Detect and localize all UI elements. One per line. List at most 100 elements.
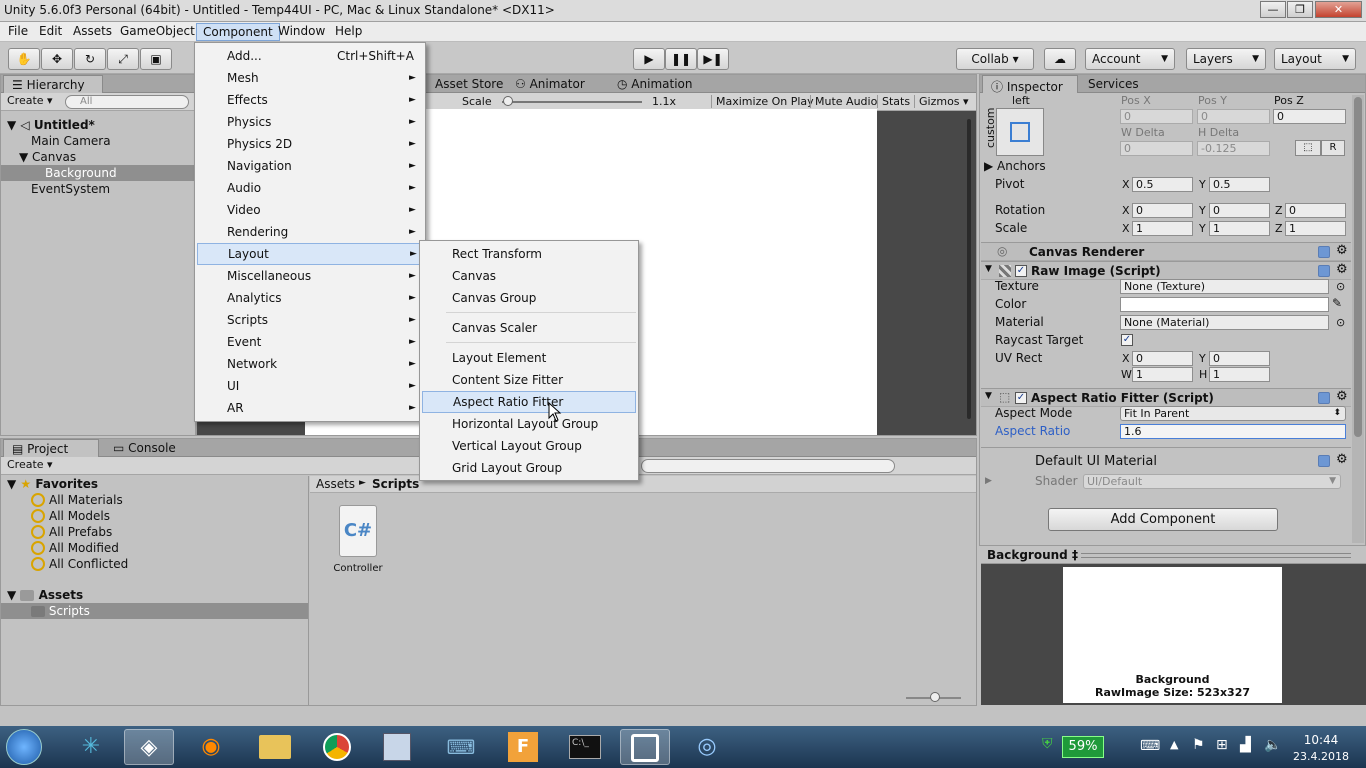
clock-date[interactable]: 23.4.2018 (1290, 750, 1352, 763)
collab-button[interactable]: Collab ▾ (956, 48, 1034, 70)
assets-header[interactable]: ▼ Assets (7, 587, 83, 603)
pos-z-field[interactable]: 0 (1273, 109, 1346, 124)
help-icon[interactable] (1318, 392, 1330, 404)
account-dropdown[interactable]: Account ▼ (1085, 48, 1175, 70)
uv-w-field[interactable]: 1 (1132, 367, 1193, 382)
uv-h-field[interactable]: 1 (1209, 367, 1270, 382)
icon-size-slider-thumb[interactable] (930, 692, 940, 702)
menu-item-ar[interactable]: AR ► (197, 397, 423, 419)
raw-image-header[interactable]: ▼ ✓ Raw Image (Script) ⚙ (981, 261, 1351, 280)
hierarchy-item-main-camera[interactable]: Main Camera (31, 133, 111, 149)
gear-icon[interactable]: ⚙ (1336, 452, 1348, 467)
favorite-item[interactable]: All Prefabs (31, 524, 112, 540)
tab-inspector[interactable]: ⓘ Inspector (982, 75, 1078, 94)
hierarchy-search-input[interactable]: All (65, 95, 189, 109)
flag-icon[interactable]: ⚑ (1192, 737, 1205, 753)
shield-icon[interactable]: ⛨ (1042, 736, 1053, 752)
tab-project[interactable]: ▤ Project (3, 439, 99, 457)
favorite-item[interactable]: All Conflicted (31, 556, 128, 572)
taskbar-app-icon[interactable] (620, 729, 670, 765)
object-picker-icon[interactable]: ⊙ (1336, 279, 1345, 294)
foldout-arrow-icon[interactable]: ▼ (985, 391, 992, 401)
menu-item-canvas-scaler[interactable]: Canvas Scaler (422, 317, 636, 339)
stats-toggle[interactable]: Stats (877, 95, 910, 108)
scene-root[interactable]: ▼ ◁ Untitled* (7, 117, 95, 133)
shader-dropdown[interactable]: UI/Default ▼ (1083, 474, 1341, 489)
menu-item-scripts[interactable]: Scripts ► (197, 309, 423, 331)
menu-item-layout[interactable]: Layout ► (197, 243, 423, 265)
menu-gameobject[interactable]: GameObject (114, 23, 201, 41)
aspect-ratio-field[interactable]: 1.6 (1120, 424, 1346, 439)
assets-item-scripts[interactable]: Scripts (1, 603, 308, 619)
network-icon[interactable]: ⊞ (1216, 737, 1228, 753)
menu-item-network[interactable]: Network ► (197, 353, 423, 375)
help-icon[interactable] (1318, 246, 1330, 258)
aspect-ratio-fitter-header[interactable]: ▼ ⬚ ✓ Aspect Ratio Fitter (Script) ⚙ (981, 388, 1351, 407)
favorite-item[interactable]: All Modified (31, 540, 119, 556)
menu-item-mesh[interactable]: Mesh ► (197, 67, 423, 89)
blender-taskbar-icon[interactable]: ◉ (186, 729, 236, 765)
battery-indicator[interactable]: 59% (1062, 736, 1104, 758)
menu-edit[interactable]: Edit (33, 23, 68, 41)
menu-item-event[interactable]: Event ► (197, 331, 423, 353)
uv-y-field[interactable]: 0 (1209, 351, 1270, 366)
hierarchy-create-button[interactable]: Create ▾ (7, 94, 53, 107)
taskbar-app-icon[interactable]: ✳ (66, 729, 116, 765)
preview-drag-handle[interactable] (1081, 553, 1351, 558)
menu-item-video[interactable]: Video ► (197, 199, 423, 221)
signal-icon[interactable]: ▟ (1240, 737, 1251, 753)
taskbar-app-icon[interactable]: F (498, 729, 548, 765)
gear-icon[interactable]: ⚙ (1336, 243, 1348, 258)
add-component-button[interactable]: Add Component (1048, 508, 1278, 531)
blueprint-mode-button[interactable]: ⬚ (1295, 140, 1321, 156)
menu-item-vertical-layout-group[interactable]: Vertical Layout Group (422, 435, 636, 457)
taskbar-app-icon[interactable]: ⌨ (436, 729, 486, 765)
scale-slider-thumb[interactable] (503, 96, 513, 106)
eyedropper-icon[interactable]: ✎ (1332, 296, 1342, 311)
hierarchy-item-background[interactable]: Background (1, 165, 195, 181)
pause-button[interactable]: ❚❚ (665, 48, 697, 70)
scale-slider[interactable] (502, 101, 642, 103)
asset-controller[interactable]: C# Controller (331, 505, 385, 575)
menu-component[interactable]: Component (196, 23, 280, 41)
foldout-arrow-icon[interactable]: ▶ (985, 476, 992, 486)
pos-y-field[interactable]: 0 (1197, 109, 1270, 124)
cloud-icon[interactable]: ☁ (1044, 48, 1076, 70)
explorer-taskbar-icon[interactable] (250, 729, 300, 765)
rot-z-field[interactable]: 0 (1285, 203, 1346, 218)
scale-x-field[interactable]: 1 (1132, 221, 1193, 236)
menu-item-canvas[interactable]: Canvas (422, 265, 636, 287)
menu-item-canvas-group[interactable]: Canvas Group (422, 287, 636, 309)
texture-field[interactable]: None (Texture) (1120, 279, 1329, 294)
clock-time[interactable]: 10:44 (1296, 733, 1346, 747)
inspector-scrollbar[interactable] (1352, 95, 1364, 543)
hand-tool-icon[interactable]: ✋ (8, 48, 40, 70)
menu-item-physics-2d[interactable]: Physics 2D ► (197, 133, 423, 155)
tray-expand-icon[interactable]: ▲ (1170, 738, 1178, 751)
tab-animator[interactable]: ⚇ Animator (507, 75, 593, 93)
menu-item-horizontal-layout-group[interactable]: Horizontal Layout Group (422, 413, 636, 435)
close-button[interactable]: ✕ (1315, 1, 1362, 18)
mute-audio-toggle[interactable]: Mute Audio (810, 95, 877, 108)
menu-item-rect-transform[interactable]: Rect Transform (422, 243, 636, 265)
menu-item-aspect-ratio-fitter[interactable]: Aspect Ratio Fitter (422, 391, 636, 413)
start-button-icon[interactable] (6, 729, 42, 765)
project-search-input[interactable] (641, 459, 895, 473)
step-button[interactable]: ▶❚ (697, 48, 729, 70)
breadcrumb-scripts[interactable]: Scripts (372, 477, 419, 491)
scale-z-field[interactable]: 1 (1285, 221, 1346, 236)
game-view-scrollbar[interactable] (967, 119, 971, 419)
volume-icon[interactable]: 🔈 (1264, 737, 1281, 753)
rot-y-field[interactable]: 0 (1209, 203, 1270, 218)
material-field[interactable]: None (Material) (1120, 315, 1329, 330)
uv-x-field[interactable]: 0 (1132, 351, 1193, 366)
raw-image-enabled-checkbox[interactable]: ✓ (1015, 265, 1027, 277)
cmd-taskbar-icon[interactable]: C:\_ (560, 729, 610, 765)
menu-item-effects[interactable]: Effects ► (197, 89, 423, 111)
pos-x-field[interactable]: 0 (1120, 109, 1193, 124)
breadcrumb-assets[interactable]: Assets (316, 477, 355, 491)
keyboard-icon[interactable]: ⌨ (1140, 738, 1160, 754)
rect-tool-icon[interactable]: ▣ (140, 48, 172, 70)
maximize-button[interactable]: ❐ (1287, 1, 1313, 18)
pivot-y-field[interactable]: 0.5 (1209, 177, 1270, 192)
